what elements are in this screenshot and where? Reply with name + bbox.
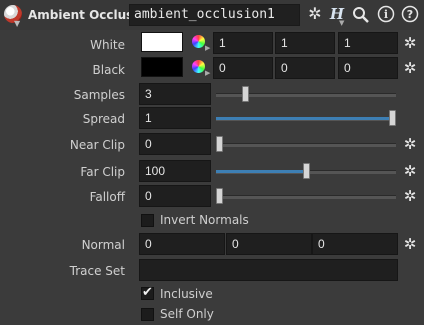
parameter-header: ▼ Ambient Occlusion ambient_occlusion1 ✲…: [0, 0, 424, 30]
near-clip-slider-track[interactable]: [216, 143, 396, 147]
info-icon[interactable]: i: [377, 5, 395, 23]
near-clip-gear-icon[interactable]: ✲: [402, 136, 418, 152]
svg-text:i: i: [384, 8, 388, 21]
svg-text:?: ?: [407, 8, 413, 21]
near-clip-label: Near Clip: [69, 138, 125, 152]
spread-slider-handle[interactable]: [389, 110, 396, 126]
spread-slider-fill: [216, 117, 389, 120]
help-icon[interactable]: ?: [401, 5, 419, 23]
normal-z-field[interactable]: 0: [312, 233, 398, 255]
color-wheel-icon[interactable]: [192, 60, 205, 73]
white-r-field[interactable]: 1: [213, 32, 273, 54]
near-clip-slider-handle[interactable]: [216, 136, 223, 152]
black-color-swatch[interactable]: [141, 57, 183, 77]
color-wheel-icon[interactable]: [192, 35, 205, 48]
normal-y-field[interactable]: 0: [226, 233, 312, 255]
gear-icon[interactable]: ✲: [306, 5, 324, 23]
self-only-label: Self Only: [160, 307, 214, 321]
far-clip-label: Far Clip: [80, 165, 125, 179]
color-menu-arrow-icon[interactable]: ▶: [205, 69, 210, 77]
color-menu-arrow-icon[interactable]: ▶: [205, 44, 210, 52]
near-clip-field[interactable]: 0: [139, 133, 211, 155]
search-icon[interactable]: [352, 6, 369, 23]
hscript-arrow-icon[interactable]: ▼: [339, 19, 344, 27]
normal-label: Normal: [81, 238, 125, 252]
black-b-field[interactable]: 0: [338, 57, 398, 79]
falloff-field[interactable]: 0: [139, 185, 211, 207]
trace-set-field[interactable]: [139, 259, 398, 281]
black-gear-icon[interactable]: ✲: [402, 60, 418, 76]
falloff-gear-icon[interactable]: ✲: [402, 188, 418, 204]
white-gear-icon[interactable]: ✲: [402, 35, 418, 51]
node-menu-arrow-icon[interactable]: ▼: [14, 19, 20, 28]
spread-field[interactable]: 1: [139, 107, 211, 129]
white-label: White: [90, 38, 125, 52]
invert-normals-label: Invert Normals: [160, 213, 249, 227]
checkmark-icon: ✔: [142, 285, 153, 300]
trace-set-label: Trace Set: [69, 264, 125, 278]
far-clip-slider-fill: [216, 170, 303, 173]
far-clip-slider-handle[interactable]: [302, 163, 310, 179]
inclusive-checkbox[interactable]: ✔: [141, 285, 154, 300]
normal-x-field[interactable]: 0: [139, 233, 225, 255]
node-name-field[interactable]: ambient_occlusion1: [129, 4, 300, 26]
samples-label: Samples: [73, 88, 125, 102]
spread-label: Spread: [82, 112, 125, 126]
falloff-label: Falloff: [89, 190, 125, 204]
normal-gear-icon[interactable]: ✲: [402, 236, 418, 252]
falloff-slider-handle[interactable]: [216, 188, 223, 204]
far-clip-field[interactable]: 100: [139, 160, 211, 182]
samples-field[interactable]: 3: [139, 83, 211, 105]
self-only-checkbox[interactable]: [141, 308, 154, 321]
white-color-swatch[interactable]: [141, 32, 183, 52]
white-b-field[interactable]: 1: [338, 32, 398, 54]
samples-slider-handle[interactable]: [241, 86, 249, 102]
inclusive-label: Inclusive: [160, 287, 213, 301]
black-r-field[interactable]: 0: [213, 57, 273, 79]
white-g-field[interactable]: 1: [275, 32, 335, 54]
invert-normals-checkbox[interactable]: [141, 214, 154, 227]
black-label: Black: [92, 63, 125, 77]
far-clip-gear-icon[interactable]: ✲: [402, 163, 418, 179]
falloff-slider-track[interactable]: [216, 195, 396, 199]
black-g-field[interactable]: 0: [275, 57, 335, 79]
